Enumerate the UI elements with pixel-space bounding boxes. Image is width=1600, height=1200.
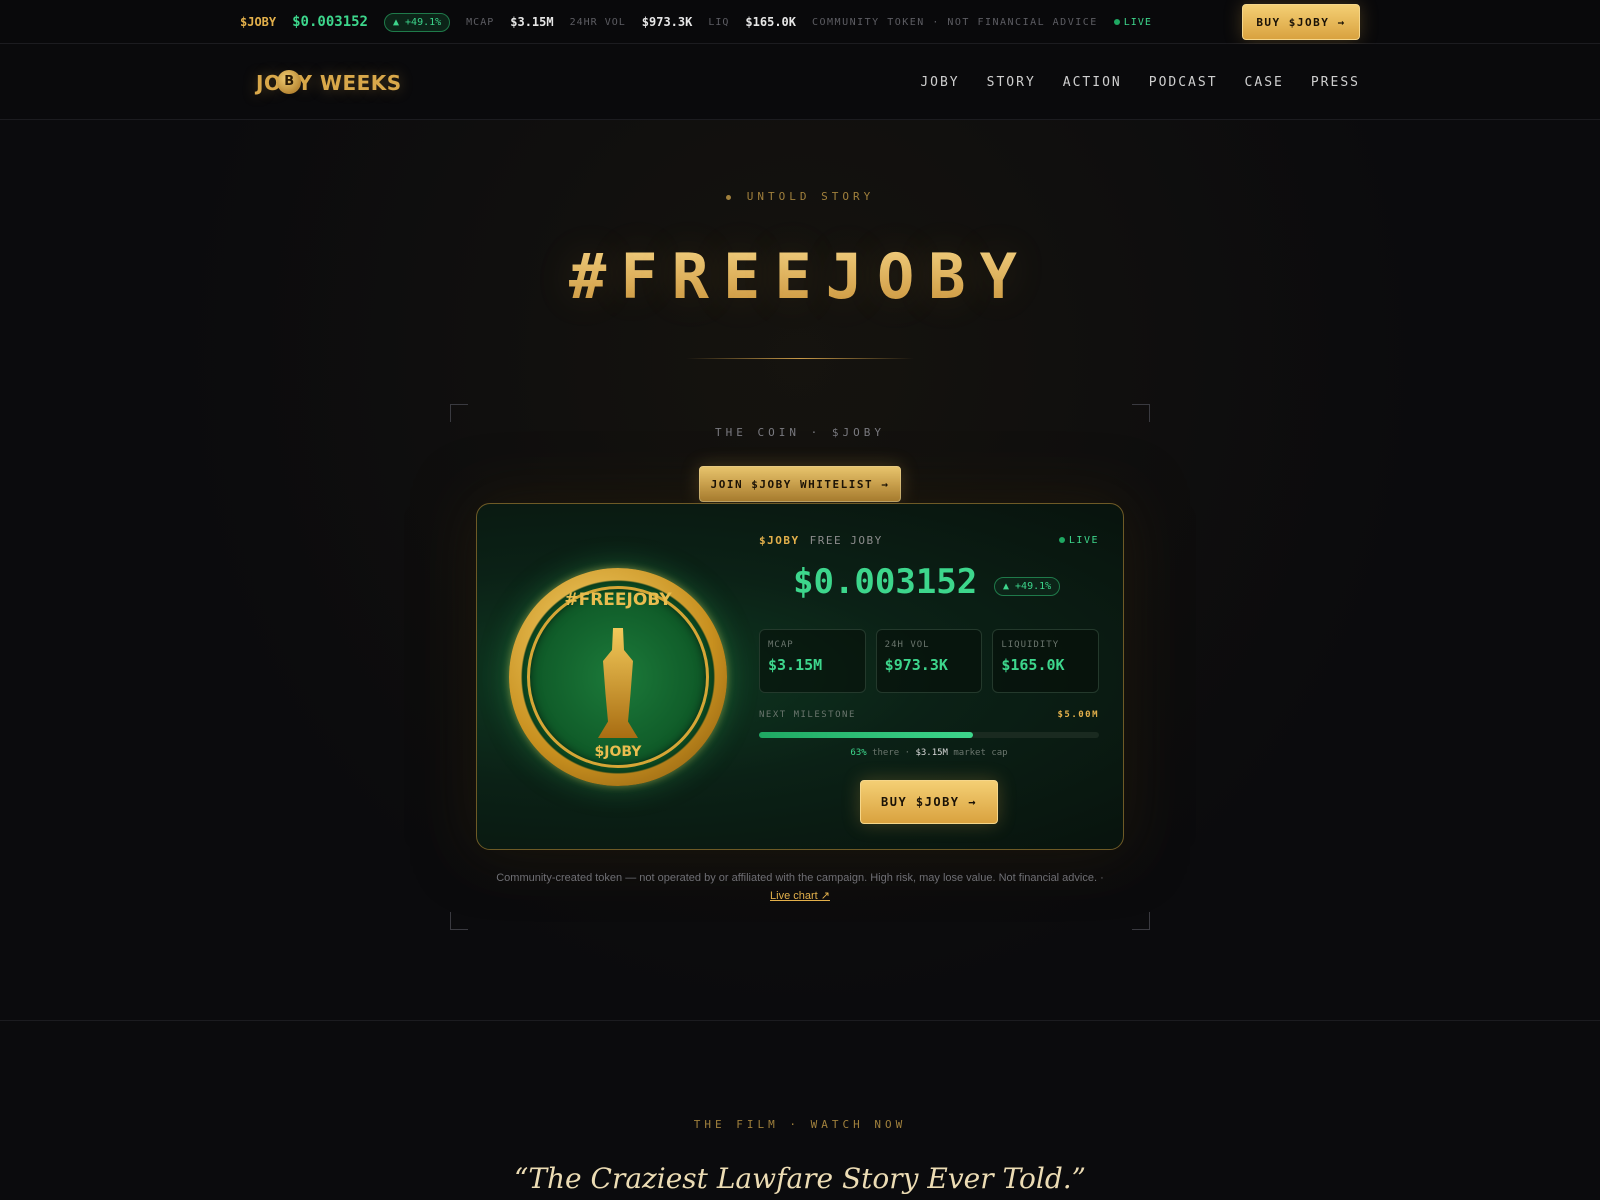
nav-link-podcast[interactable]: PODCAST — [1149, 75, 1218, 90]
frame-corner-top-left — [450, 404, 468, 422]
nav-link-case[interactable]: CASE — [1245, 75, 1284, 90]
nav-link-press[interactable]: PRESS — [1311, 75, 1360, 90]
stats-row: MCAP $3.15M 24H VOL $973.3K LIQUIDITY $1… — [759, 629, 1100, 693]
milestone-percent: 63% — [850, 748, 867, 758]
nav-link-story[interactable]: STORY — [987, 75, 1036, 90]
card-live-indicator: LIVE — [1058, 534, 1099, 546]
stat-value: $973.3K — [884, 656, 948, 674]
milestone-caption: 63% there · $3.15M market cap — [759, 748, 1099, 758]
ticker-mcap-label: MCAP — [466, 16, 495, 28]
nav-link-joby[interactable]: JOBY — [920, 75, 959, 90]
card-price: $0.003152 — [793, 562, 978, 602]
stat-mcap: MCAP $3.15M — [759, 629, 866, 693]
hero-eyebrow: UNTOLD STORY — [0, 190, 1600, 203]
ticker-live-label: LIVE — [1123, 16, 1152, 28]
ticker-bar: $JOBY $0.003152 ▲ +49.1% MCAP $3.15M 24H… — [0, 0, 1600, 44]
live-dot-icon — [1113, 19, 1120, 25]
ticker-buy-button[interactable]: BUY $JOBY → — [1242, 4, 1360, 40]
stat-value: $3.15M — [768, 656, 823, 674]
ticker-disclaimer: COMMUNITY TOKEN · NOT FINANCIAL ADVICE — [812, 16, 1098, 28]
stat-label: 24H VOL — [884, 640, 930, 650]
stat-label: MCAP — [768, 640, 794, 650]
coin-text-top: #FREEJOBY — [564, 590, 672, 610]
frame-corner-top-right — [1132, 404, 1150, 422]
ticker-liq-value: $165.0K — [745, 15, 796, 29]
site-logo[interactable]: JO B Y WEEKS — [256, 68, 402, 98]
stat-volume: 24H VOL $973.3K — [875, 629, 983, 693]
card-live-label: LIVE — [1068, 534, 1099, 546]
milestone-progress-track — [759, 732, 1099, 738]
coin-section-eyebrow: THE COIN · $JOBY — [715, 426, 885, 439]
nav-link-action[interactable]: ACTION — [1063, 75, 1122, 90]
card-token-name: FREE JOBY — [809, 533, 883, 547]
milestone-header: NEXT MILESTONE $5.00M — [759, 710, 1099, 720]
disclaimer-text: Community-created token — not operated b… — [496, 872, 1104, 884]
section-divider — [0, 1020, 1600, 1021]
ticker-symbol: $JOBY — [240, 15, 277, 29]
join-whitelist-button[interactable]: JOIN $JOBY WHITELIST → — [699, 466, 901, 502]
logo-text-right: Y WEEKS — [297, 71, 402, 95]
milestone-cap-suffix: market cap — [947, 748, 1008, 758]
card-symbol: $JOBY — [759, 533, 800, 547]
hero-divider — [686, 358, 914, 359]
ticker-content: $JOBY $0.003152 ▲ +49.1% MCAP $3.15M 24H… — [240, 0, 1360, 44]
ticker-live-indicator: LIVE — [1113, 16, 1152, 28]
ticker-liq-label: LIQ — [708, 16, 730, 28]
ticker-vol-value: $973.3K — [641, 15, 693, 29]
frame-corner-bottom-left — [450, 912, 468, 930]
card-change-badge: ▲ +49.1% — [994, 577, 1061, 596]
live-dot-icon — [1058, 537, 1065, 543]
stat-liquidity: LIQUIDITY $165.0K — [992, 629, 1100, 693]
coin-text-bottom: $JOBY — [594, 744, 642, 760]
hero-eyebrow-text: UNTOLD STORY — [746, 190, 875, 203]
token-card: #FREEJOBY $JOBY $JOBY FREE JOBY LIVE $0.… — [476, 503, 1124, 850]
card-buy-button[interactable]: BUY $JOBY → — [860, 780, 998, 824]
token-disclaimer: Community-created token — not operated b… — [460, 869, 1140, 905]
nav-links: JOBY STORY ACTION PODCAST CASE PRESS — [920, 44, 1360, 120]
ticker-price: $0.003152 — [292, 14, 368, 30]
ticker-mcap-value: $3.15M — [510, 15, 554, 29]
bullet-dot-icon — [725, 194, 731, 200]
milestone-label: NEXT MILESTONE — [759, 710, 856, 720]
film-quote: “The Craziest Lawfare Story Ever Told.” — [514, 1162, 1086, 1195]
milestone-progress-fill — [759, 732, 974, 738]
stat-label: LIQUIDITY — [1001, 640, 1060, 650]
milestone-there-text: there · — [866, 748, 916, 758]
live-chart-link[interactable]: Live chart ↗ — [770, 890, 830, 902]
frame-corner-bottom-right — [1132, 912, 1150, 930]
milestone-cap-value: $3.15M — [915, 748, 948, 758]
milestone-target: $5.00M — [1057, 710, 1099, 720]
hero-title: #FREEJOBY — [0, 240, 1600, 313]
card-header: $JOBY FREE JOBY LIVE — [759, 532, 1099, 548]
ticker-vol-label: 24HR VOL — [569, 16, 626, 28]
freejoby-coin-image: #FREEJOBY $JOBY — [509, 568, 727, 786]
main-nav: JO B Y WEEKS JOBY STORY ACTION PODCAST C… — [0, 44, 1600, 120]
film-eyebrow: THE FILM · WATCH NOW — [693, 1118, 907, 1131]
stat-value: $165.0K — [1001, 656, 1065, 674]
ticker-change-badge: ▲ +49.1% — [383, 12, 451, 32]
